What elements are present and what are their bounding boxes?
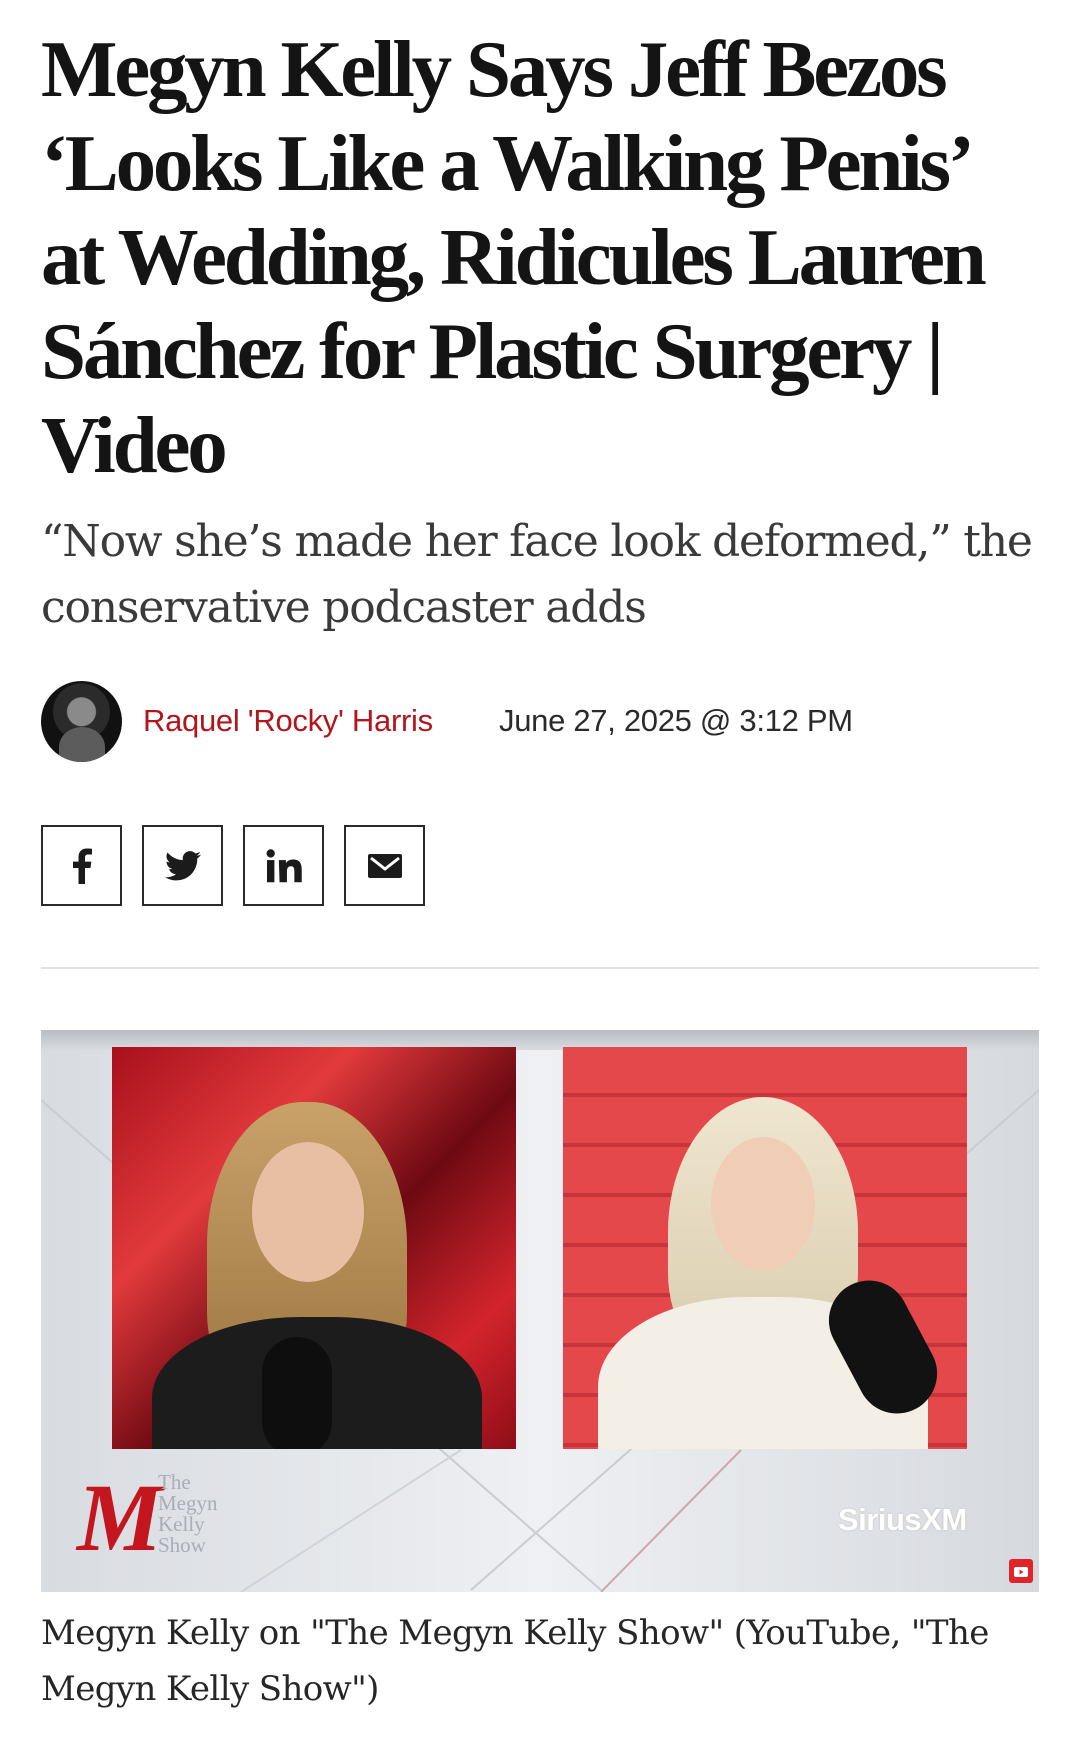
share-email-button[interactable] bbox=[344, 825, 425, 906]
show-logo-m: M bbox=[77, 1464, 163, 1571]
guest-video-panel bbox=[563, 1047, 967, 1449]
byline: Raquel 'Rocky' Harris June 27, 2025 @ 3:… bbox=[41, 681, 1039, 763]
email-icon bbox=[367, 853, 402, 878]
author-avatar[interactable] bbox=[41, 681, 122, 762]
facebook-icon bbox=[72, 848, 92, 884]
microphone-icon bbox=[262, 1337, 332, 1449]
author-link[interactable]: Raquel 'Rocky' Harris bbox=[143, 703, 433, 739]
divider bbox=[41, 967, 1039, 969]
linkedin-icon bbox=[266, 848, 302, 882]
video-thumbnail[interactable]: M The Megyn Kelly Show SiriusXM bbox=[41, 1030, 1039, 1592]
host-video-panel bbox=[112, 1047, 516, 1449]
share-linkedin-button[interactable] bbox=[243, 825, 324, 906]
siriusxm-watermark: SiriusXM bbox=[838, 1502, 967, 1537]
youtube-icon[interactable] bbox=[1009, 1559, 1033, 1583]
show-logo-text: The Megyn Kelly Show bbox=[158, 1470, 218, 1557]
article-headline: Megyn Kelly Says Jeff Bezos ‘Looks Like … bbox=[41, 24, 987, 490]
image-caption: Megyn Kelly on "The Megyn Kelly Show" (Y… bbox=[41, 1613, 989, 1709]
share-twitter-button[interactable] bbox=[142, 825, 223, 906]
publish-date: June 27, 2025 @ 3:12 PM bbox=[499, 703, 853, 738]
share-facebook-button[interactable] bbox=[41, 825, 122, 906]
article-dek: “Now she’s made her face look deformed,”… bbox=[41, 516, 1033, 633]
twitter-icon bbox=[164, 850, 201, 880]
